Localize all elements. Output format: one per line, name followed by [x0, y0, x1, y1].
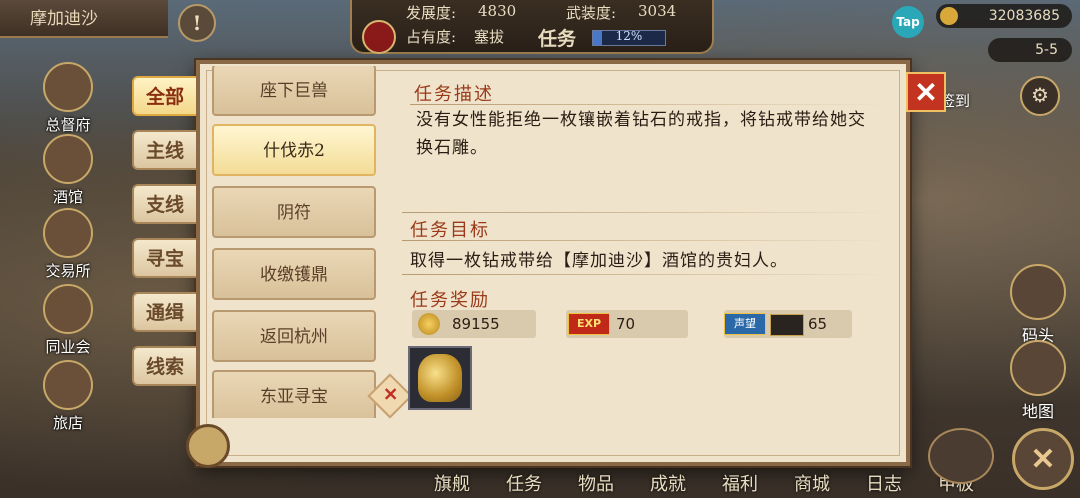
- nav-tasks[interactable]: 任务: [506, 470, 542, 496]
- compass-icon[interactable]: [186, 424, 230, 468]
- tab-side[interactable]: 支线: [132, 184, 196, 224]
- governor-icon: [43, 62, 93, 112]
- reward-item-slot[interactable]: [408, 346, 472, 410]
- quest-item-selected[interactable]: 什伐赤2: [212, 124, 376, 176]
- quest-item[interactable]: 返回杭州: [212, 310, 376, 362]
- menu-label: 交易所: [45, 262, 91, 280]
- menu-label: 总督府: [45, 116, 91, 134]
- goal-title: 任务目标: [410, 220, 490, 241]
- divider: [410, 104, 890, 105]
- armament-label: 武装度:: [566, 4, 617, 22]
- description-title: 任务描述: [414, 84, 494, 105]
- armament-value: 3034: [638, 2, 677, 20]
- inn-icon: [43, 360, 93, 410]
- description-text: 没有女性能拒绝一枚镶嵌着钻石的戒指，将钻戒带给她交换石雕。: [416, 110, 866, 158]
- menu-tavern[interactable]: 酒馆: [40, 134, 96, 207]
- menu-inn[interactable]: 旅店: [40, 360, 96, 433]
- nation-crest-icon: [362, 20, 396, 54]
- development-label: 发展度:: [406, 4, 457, 22]
- ship-icon[interactable]: [928, 428, 994, 484]
- menu-label: 地图: [1021, 402, 1054, 421]
- reward-gold: 89155: [412, 310, 536, 338]
- level-value: 5-5: [1035, 42, 1058, 58]
- nav-flagship[interactable]: 旗舰: [434, 470, 470, 496]
- tab-all[interactable]: 全部: [132, 76, 196, 116]
- coin-balance: 32083685: [936, 4, 1072, 28]
- close-icon: ✕: [383, 384, 399, 406]
- exchange-icon: [43, 208, 93, 258]
- menu-label: 酒馆: [52, 188, 83, 206]
- bottom-nav: 旗舰 任务 物品 成就 福利 商城 日志 甲板: [420, 466, 1000, 498]
- level-indicator: 5-5: [988, 38, 1072, 62]
- tab-wanted[interactable]: 通缉: [132, 292, 196, 332]
- gear-icon[interactable]: ⚙: [1020, 76, 1060, 116]
- close-button[interactable]: ✕: [906, 72, 946, 112]
- nav-achievements[interactable]: 成就: [650, 470, 686, 496]
- divider: [402, 240, 890, 241]
- reward-reputation: 声望 65: [724, 310, 852, 338]
- reward-exp-value: 70: [616, 315, 636, 333]
- gold-icon: [418, 313, 440, 335]
- reward-title: 任务奖励: [410, 290, 490, 311]
- quest-item[interactable]: 阴符: [212, 186, 376, 238]
- tavern-icon: [43, 134, 93, 184]
- coin-icon: [940, 7, 958, 25]
- menu-exchange[interactable]: 交易所: [40, 208, 96, 281]
- location-name: 摩加迪沙: [0, 0, 168, 38]
- tap-button[interactable]: Tap: [892, 6, 924, 38]
- divider: [402, 274, 890, 275]
- reputation-badge-icon: [770, 314, 804, 336]
- nav-shop[interactable]: 商城: [794, 470, 830, 496]
- goal-text: 取得一枚钻戒带给【摩加迪沙】酒馆的贵妇人。: [410, 251, 788, 271]
- quest-item[interactable]: 座下巨兽: [212, 66, 376, 116]
- occupancy-label: 占有度:: [406, 28, 457, 46]
- tab-main[interactable]: 主线: [132, 130, 196, 170]
- quest-item[interactable]: 收缴镬鼎: [212, 248, 376, 300]
- map-icon: [1010, 340, 1066, 396]
- exp-icon: EXP: [568, 313, 610, 335]
- development-value: 4830: [478, 2, 517, 20]
- nav-log[interactable]: 日志: [866, 470, 902, 496]
- menu-dock[interactable]: 码头: [1006, 264, 1070, 346]
- alert-icon[interactable]: !: [178, 4, 216, 42]
- nav-items[interactable]: 物品: [578, 470, 614, 496]
- task-label: 任务: [538, 28, 577, 50]
- nav-welfare[interactable]: 福利: [722, 470, 758, 496]
- coin-amount: 32083685: [988, 8, 1060, 24]
- menu-governor[interactable]: 总督府: [40, 62, 96, 135]
- reward-gold-value: 89155: [452, 315, 500, 333]
- guild-icon: [43, 284, 93, 334]
- divider: [402, 212, 890, 213]
- dock-icon: [1010, 264, 1066, 320]
- quest-item[interactable]: 东亚寻宝: [212, 370, 376, 418]
- menu-guild[interactable]: 同业会: [40, 284, 96, 357]
- occupancy-value: 塞拔: [474, 28, 505, 46]
- menu-label: 同业会: [45, 338, 91, 356]
- reward-exp: EXP 70: [566, 310, 688, 338]
- quest-list[interactable]: 座下巨兽 什伐赤2 阴符 收缴镬鼎 返回杭州 东亚寻宝: [206, 66, 390, 418]
- collapse-menu-button[interactable]: ✕: [1012, 428, 1074, 490]
- menu-map[interactable]: 地图: [1006, 340, 1070, 422]
- reputation-icon: 声望: [724, 313, 766, 335]
- tab-treasure[interactable]: 寻宝: [132, 238, 196, 278]
- tab-clues[interactable]: 线索: [132, 346, 196, 386]
- task-progress-bar: 12%: [592, 29, 666, 46]
- reward-reputation-value: 65: [808, 315, 828, 333]
- menu-label: 旅店: [52, 414, 83, 432]
- task-progress-text: 12%: [615, 29, 643, 43]
- golden-lion-statue-icon: [418, 354, 462, 402]
